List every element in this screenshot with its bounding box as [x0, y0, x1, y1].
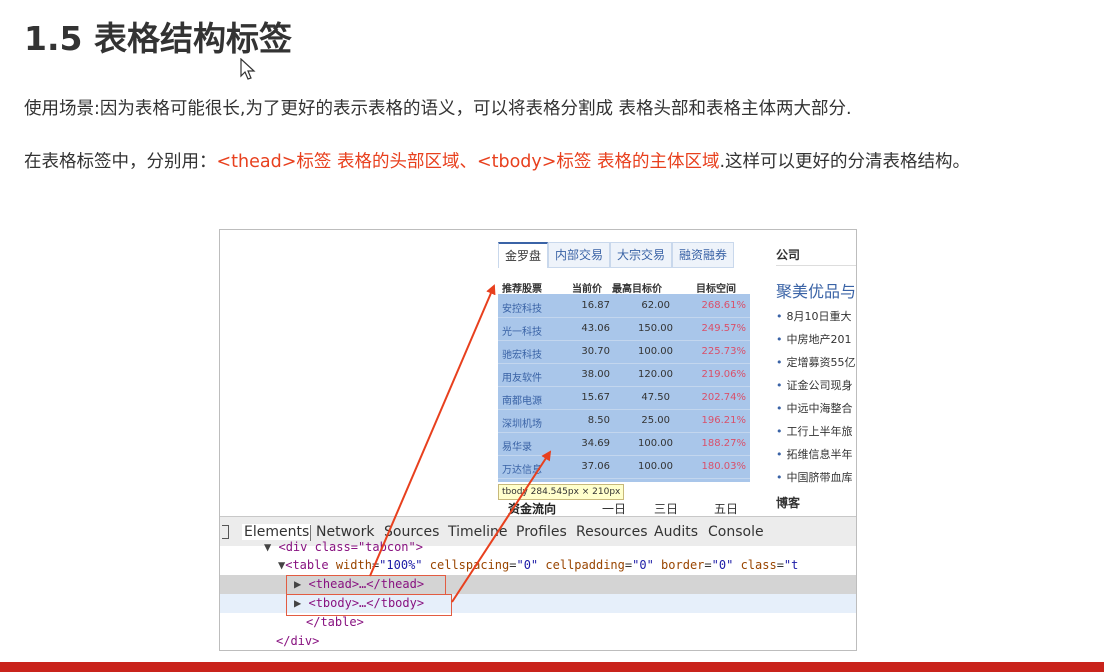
browser-screenshot: 金罗盘 内部交易 大宗交易 融资融券 推荐股票 当前价 最高目标价 目标空间 安… [219, 229, 857, 651]
paragraph-usage: 使用场景:因为表格可能很长,为了更好的表示表格的语义，可以将表格分割成 表格头部… [24, 99, 852, 119]
p2-text-a: 在表格标签中，分别用： [24, 152, 217, 172]
arrow-thead [369, 284, 496, 577]
p2-text-b: .这样可以更好的分清表格结构。 [719, 152, 971, 172]
arrow-tbody [451, 450, 552, 603]
bottom-accent-bar [0, 662, 1104, 672]
annotation-arrows [369, 284, 552, 603]
slide-title: 1.5 表格结构标签 [24, 19, 292, 58]
paragraph-tags: 在表格标签中，分别用：<thead>标签 表格的头部区域、<tbody>标签 表… [24, 147, 1074, 178]
p2-highlight: <thead>标签 表格的头部区域、<tbody>标签 表格的主体区域 [216, 152, 720, 172]
mouse-cursor-icon [240, 58, 256, 80]
